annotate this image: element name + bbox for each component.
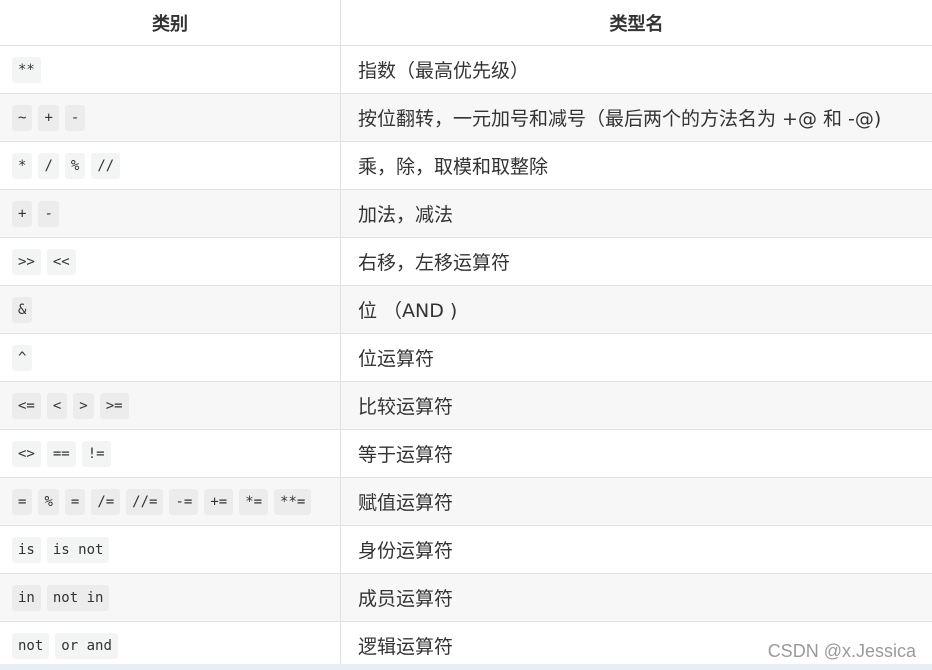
- table-row: * /%// 乘，除，取模和取整除: [0, 142, 932, 190]
- operator-code: !=: [81, 440, 111, 467]
- operator-code: /: [38, 152, 59, 179]
- operator-code: ~: [12, 104, 33, 131]
- operator-code: <=: [12, 392, 41, 419]
- operator-cell: **: [0, 46, 341, 93]
- operator-code: -: [64, 104, 86, 131]
- description-cell: 成员运算符: [358, 588, 454, 610]
- header-category: 类别: [0, 0, 341, 45]
- operator-cell: ^: [0, 334, 341, 381]
- operator-code: <>: [12, 440, 41, 467]
- description-cell: 位 （AND ): [358, 300, 458, 322]
- operator-code: in: [12, 584, 41, 611]
- description-cell: 右移，左移运算符: [358, 252, 511, 274]
- operator-code: >=: [99, 392, 129, 419]
- description-cell: 比较运算符: [358, 396, 454, 418]
- operator-code: -=: [169, 488, 199, 515]
- operator-cell: is is not: [0, 526, 341, 573]
- table-row: ^ 位运算符: [0, 334, 932, 382]
- operator-code: not: [12, 632, 50, 659]
- operator-code: =: [12, 488, 33, 515]
- description-cell: 等于运算符: [358, 444, 454, 466]
- table-row: in not in 成员运算符: [0, 574, 932, 622]
- operator-cell: in not in: [0, 574, 341, 621]
- operator-cell: not or and: [0, 622, 341, 669]
- operator-code: is: [12, 536, 41, 563]
- description-cell: 位运算符: [358, 348, 435, 370]
- operator-code: %: [38, 488, 59, 515]
- operator-code: +: [12, 200, 33, 227]
- operator-code: **=: [274, 488, 312, 515]
- description-cell: 加法，减法: [358, 204, 454, 226]
- operator-code: /=: [91, 488, 121, 515]
- operator-cell: ~ + -: [0, 94, 341, 141]
- description-cell: 身份运算符: [358, 540, 454, 562]
- operator-code: &: [12, 296, 33, 323]
- header-type-name: 类型名: [609, 13, 664, 35]
- operator-code: not in: [46, 584, 110, 611]
- bottom-strip: [0, 664, 932, 670]
- description-cell: 按位翻转，一元加号和减号（最后两个的方法名为 +@ 和 -@): [358, 108, 882, 130]
- operator-code: //: [91, 152, 121, 179]
- operator-cell: <= < > >=: [0, 382, 341, 429]
- operator-cell: >> <<: [0, 238, 341, 285]
- operator-cell: &: [0, 286, 341, 333]
- table-header: 类别 类型名: [0, 0, 932, 46]
- description-cell: 指数（最高优先级）: [358, 60, 530, 82]
- watermark: CSDN @x.Jessica: [767, 641, 916, 661]
- operator-code: <<: [46, 248, 76, 275]
- operator-cell: * /%//: [0, 142, 341, 189]
- operator-cell: =% =/=//= -= += *= **=: [0, 478, 341, 525]
- operator-code: //=: [126, 488, 164, 515]
- operator-code: >: [73, 392, 94, 419]
- table-row: >> << 右移，左移运算符: [0, 238, 932, 286]
- operator-code: *=: [239, 488, 269, 515]
- operator-code: ==: [46, 440, 76, 467]
- operator-code: =: [64, 488, 86, 515]
- operator-code: -: [38, 200, 59, 227]
- operator-precedence-table: 类别 类型名 ** 指数（最高优先级） ~ + - 按位翻转，一元加号和减号（最后两个的方…: [0, 0, 932, 670]
- operator-code: >>: [12, 248, 41, 275]
- operator-code: **: [12, 56, 41, 83]
- operator-code: ^: [12, 344, 33, 371]
- table-row: <> == != 等于运算符: [0, 430, 932, 478]
- operator-cell: + -: [0, 190, 341, 237]
- operator-code: <: [46, 392, 68, 419]
- operator-code: +=: [204, 488, 234, 515]
- description-cell: 赋值运算符: [358, 492, 454, 514]
- table-row: is is not 身份运算符: [0, 526, 932, 574]
- table-row: ** 指数（最高优先级）: [0, 46, 932, 94]
- operator-code: or and: [55, 632, 118, 659]
- table-body: ** 指数（最高优先级） ~ + - 按位翻转，一元加号和减号（最后两个的方法名为 +@ …: [0, 46, 932, 670]
- operator-cell: <> == !=: [0, 430, 341, 477]
- operator-code: *: [12, 152, 33, 179]
- operator-code: +: [38, 104, 59, 131]
- operator-code: is not: [46, 536, 110, 563]
- description-cell: 乘，除，取模和取整除: [358, 156, 549, 178]
- operator-code: %: [64, 152, 86, 179]
- table-row: + - 加法，减法: [0, 190, 932, 238]
- table-row: ~ + - 按位翻转，一元加号和减号（最后两个的方法名为 +@ 和 -@): [0, 94, 932, 142]
- table-row: <= < > >= 比较运算符: [0, 382, 932, 430]
- table-row: & 位 （AND ): [0, 286, 932, 334]
- table-row: =% =/=//= -= += *= **= 赋值运算符: [0, 478, 932, 526]
